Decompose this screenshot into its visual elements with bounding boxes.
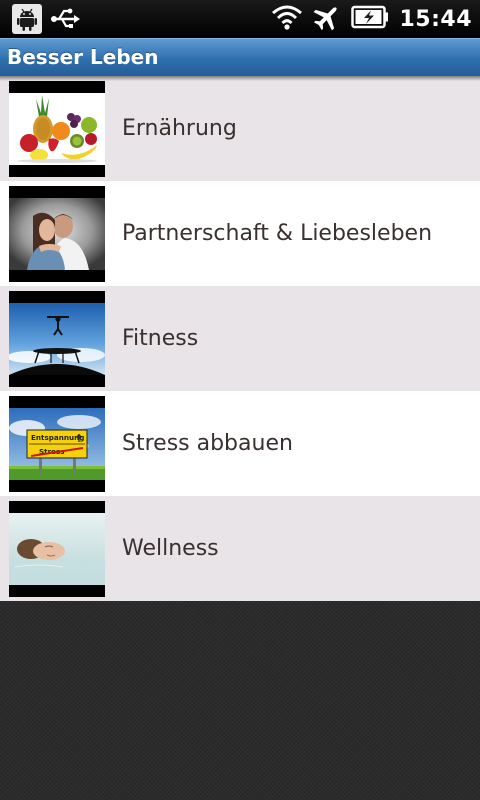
- list-item-ernaehrung[interactable]: Ernährung: [0, 76, 480, 181]
- fruits-photo: [9, 81, 105, 177]
- category-list: Ernährung Partnerschaft & Liebesleben Fi…: [0, 76, 480, 601]
- title-bar-shadow: [0, 76, 480, 81]
- list-item-label: Partnerschaft & Liebesleben: [122, 221, 433, 246]
- trampoline-photo: [9, 291, 105, 387]
- bath-photo: [9, 501, 105, 597]
- sign-top-text: Entspannung: [31, 433, 84, 442]
- status-bar: 15:44: [0, 0, 480, 38]
- android-debug-icon: [12, 4, 42, 38]
- airplane-mode-icon: [313, 3, 341, 35]
- usb-icon: [50, 6, 82, 36]
- list-item-label: Wellness: [122, 536, 219, 561]
- list-item-partnerschaft[interactable]: Partnerschaft & Liebesleben: [0, 181, 480, 286]
- list-item-wellness[interactable]: Wellness: [0, 496, 480, 601]
- list-item-label: Ernährung: [122, 116, 237, 141]
- road-sign-photo: Entspannung Stress: [9, 396, 105, 492]
- status-clock: 15:44: [399, 6, 472, 32]
- wifi-icon: [271, 3, 303, 35]
- list-item-label: Fitness: [122, 326, 199, 351]
- list-item-stress-abbauen[interactable]: Entspannung Stress Stress abbauen: [0, 391, 480, 496]
- list-item-label: Stress abbauen: [122, 431, 293, 456]
- couple-photo: [9, 186, 105, 282]
- list-item-fitness[interactable]: Fitness: [0, 286, 480, 391]
- battery-charging-icon: [351, 4, 389, 34]
- app-title-bar: Besser Leben: [0, 38, 480, 76]
- page-title: Besser Leben: [7, 45, 159, 69]
